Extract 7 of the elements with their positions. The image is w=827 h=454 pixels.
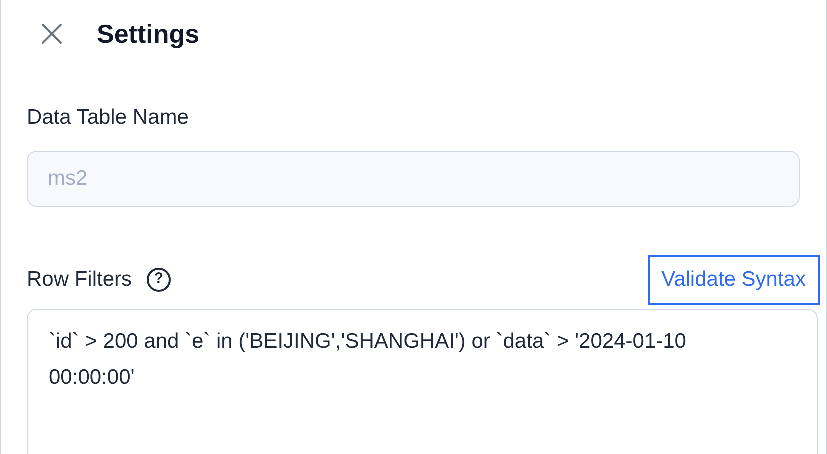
close-icon	[40, 22, 64, 46]
field-label: Data Table Name	[27, 105, 190, 131]
field-label: Row Filters	[27, 266, 132, 293]
help-icon[interactable]: ?	[147, 268, 172, 292]
filter-field[interactable]: `id` > 200 and `e` in ('BEIJING','SHANGHAI') or `data` > '2024-01-10 00:00:00'	[27, 308, 818, 454]
window-title: Settings	[97, 18, 200, 50]
validate-syntax-link[interactable]: Validate Syntax	[648, 254, 820, 304]
